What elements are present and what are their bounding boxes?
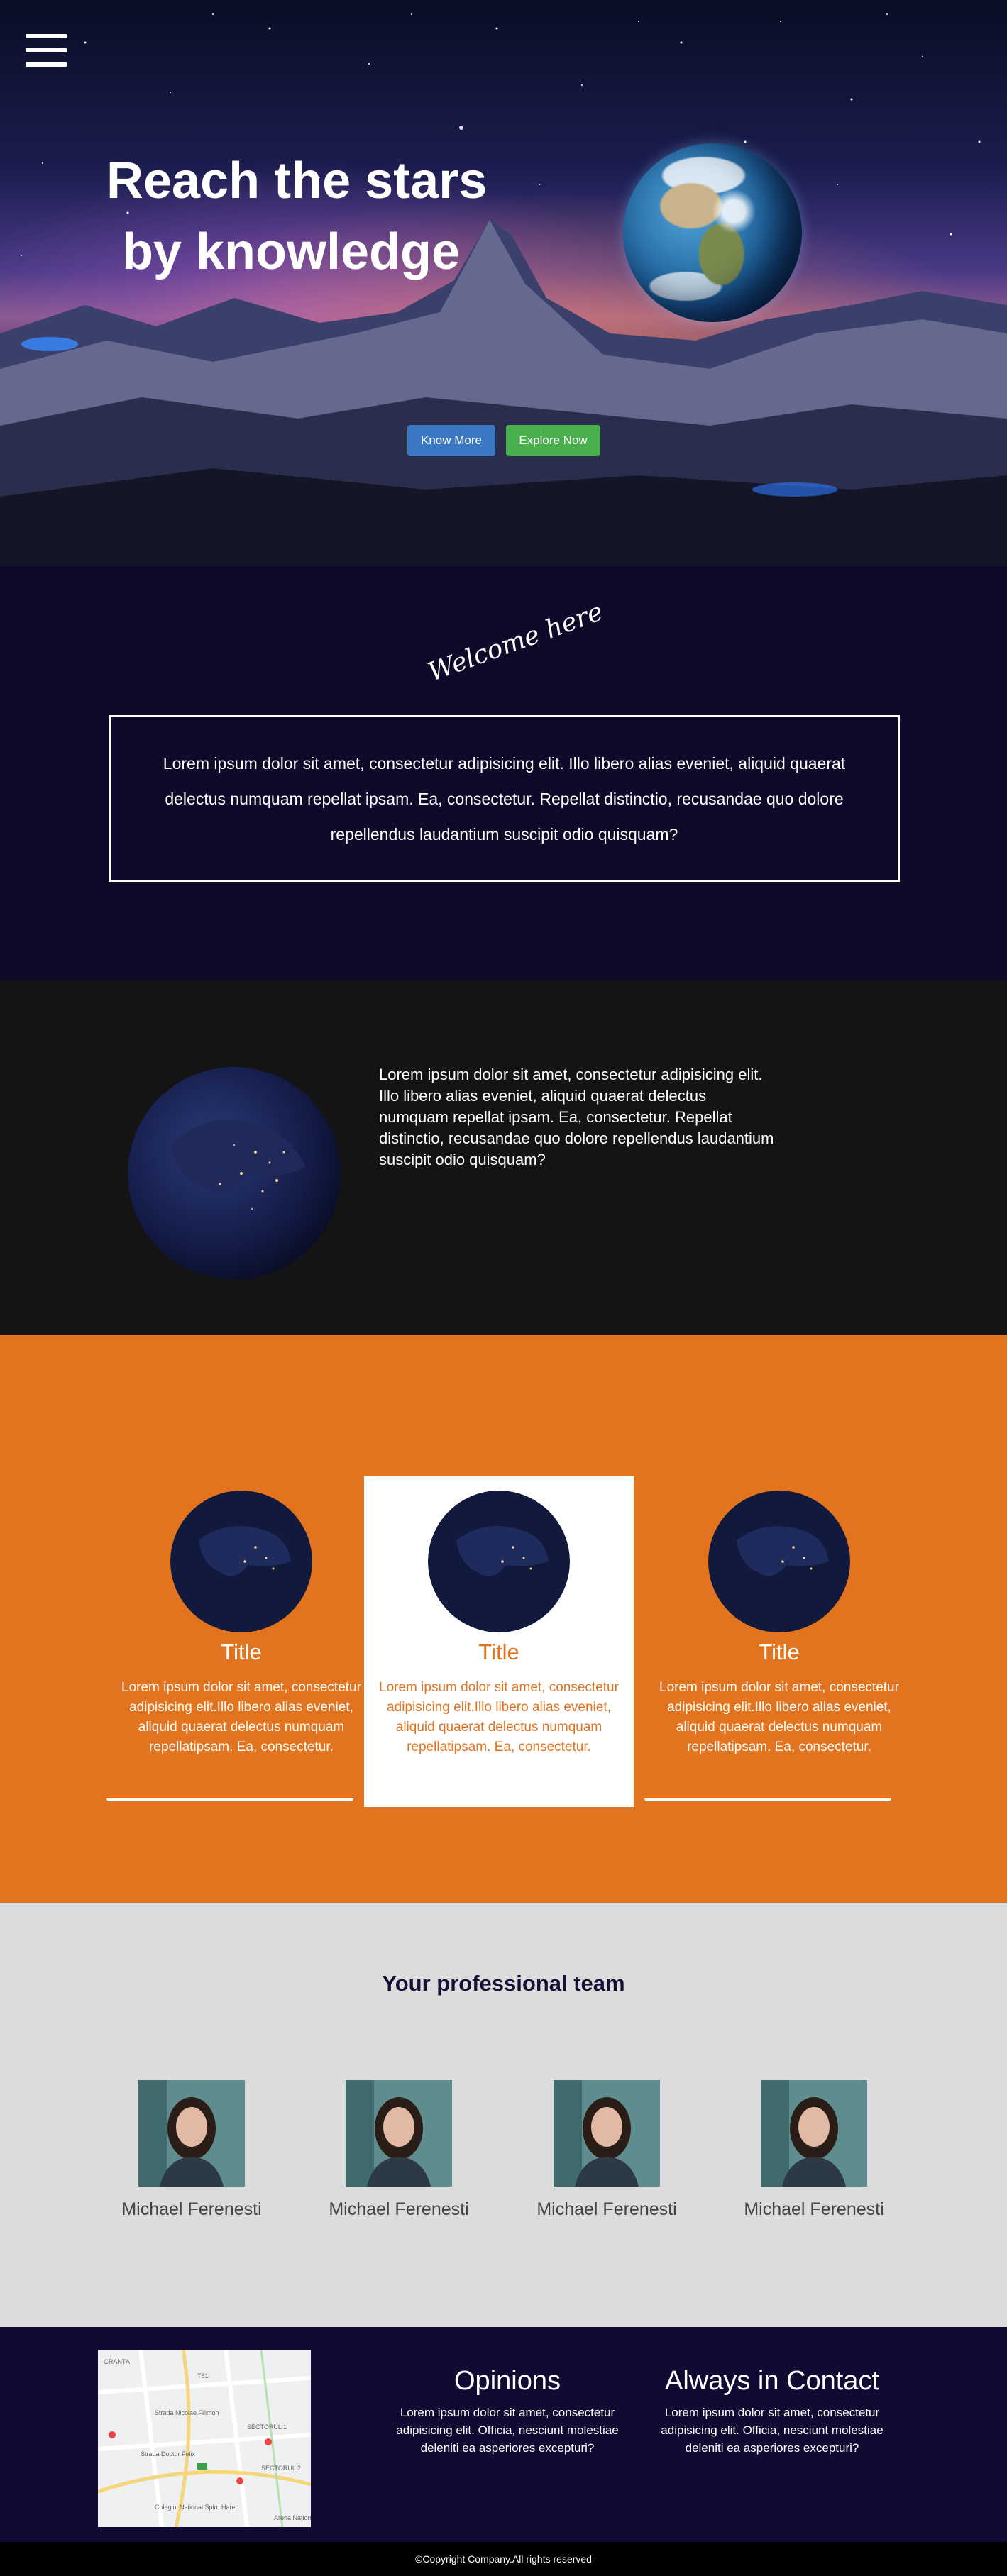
hero-title-line1: Reach the stars [106,153,488,209]
map-label: Strada Doctor Felix [141,2450,196,2458]
hero-title: Reach the stars by knowledge [106,145,488,287]
team-member-photo [138,2080,245,2187]
info-section: GRANTA T61 Strada Nicolae Filimon SECTOR… [0,2327,1007,2542]
features-section: Title Lorem ipsum dolor sit amet, consec… [0,1335,1007,1903]
team-member-photo [346,2080,452,2187]
team-member-4: Michael Ferenesti [729,2080,899,2220]
opinions-column: Opinions Lorem ipsum dolor sit amet, con… [387,2366,628,2457]
team-member-name: Michael Ferenesti [121,2199,262,2219]
team-title: Your professional team [382,1971,625,1996]
night-earth-section: Lorem ipsum dolor sit amet, consectetur … [0,980,1007,1335]
map-label: GRANTA [104,2358,130,2365]
feature-card-text: Lorem ipsum dolor sit amet, consectetur … [379,1680,619,1754]
team-member-photo [554,2080,660,2187]
location-map[interactable]: GRANTA T61 Strada Nicolae Filimon SECTOR… [98,2350,311,2527]
feature-card-3: Title Lorem ipsum dolor sit amet, consec… [644,1476,914,1807]
feature-card-title: Title [221,1640,262,1664]
team-member-name: Michael Ferenesti [536,2199,677,2219]
map-label: SECTORUL 1 [247,2423,287,2431]
team-member-photo [761,2080,867,2187]
team-member-name: Michael Ferenesti [744,2199,884,2219]
team-section: Your professional team Michael Ferenesti… [0,1903,1007,2327]
feature-card-text: Lorem ipsum dolor sit amet, consectetur … [659,1680,899,1754]
opinions-text: Lorem ipsum dolor sit amet, consectetur … [396,2406,619,2455]
team-member-3: Michael Ferenesti [522,2080,692,2220]
team-member-name: Michael Ferenesti [329,2199,469,2219]
welcome-box: Lorem ipsum dolor sit amet, consectetur … [109,715,900,882]
feature-card-text: Lorem ipsum dolor sit amet, consectetur … [121,1680,361,1754]
night-globe-icon [428,1491,570,1632]
feature-card-1: Title Lorem ipsum dolor sit amet, consec… [106,1476,376,1807]
copyright-bar: ©Copyright Company.All rights reserved [0,2542,1007,2576]
opinions-title: Opinions [454,2366,561,2396]
night-globe-icon [170,1491,312,1632]
know-more-button[interactable]: Know More [407,425,495,456]
map-label: SECTORUL 2 [261,2465,301,2472]
earth-globe-image [623,143,802,322]
contact-column: Always in Contact Lorem ipsum dolor sit … [651,2366,893,2457]
map-label: Arena Naționa [274,2514,311,2521]
welcome-heading: Welcome here [424,597,607,687]
explore-now-button[interactable]: Explore Now [506,425,600,456]
feature-card-2: Title Lorem ipsum dolor sit amet, consec… [364,1476,634,1807]
night-earth-image [128,1067,341,1280]
welcome-section: Welcome here Lorem ipsum dolor sit amet,… [0,566,1007,980]
feature-card-title: Title [478,1640,519,1664]
contact-title: Always in Contact [664,2366,879,2396]
hero-section: Reach the stars by knowledge Know More E… [0,0,1007,566]
night-globe-icon [708,1491,850,1632]
hero-title-line2: by knowledge [121,223,461,280]
card-underline [644,1798,891,1801]
card-underline [106,1798,353,1801]
welcome-text: Lorem ipsum dolor sit amet, consectetur … [163,753,846,844]
menu-hamburger-icon[interactable] [26,34,67,68]
map-label: T61 [197,2372,209,2379]
feature-card-title: Title [759,1640,800,1664]
map-label: Strada Nicolae Filimon [155,2409,219,2416]
contact-text: Lorem ipsum dolor sit amet, consectetur … [661,2406,884,2455]
team-member-2: Michael Ferenesti [314,2080,484,2220]
night-earth-text: Lorem ipsum dolor sit amet, consectetur … [379,1066,774,1168]
team-member-1: Michael Ferenesti [106,2080,277,2220]
map-label: Colegiul Național Spiru Haret [155,2504,238,2511]
copyright-text: ©Copyright Company.All rights reserved [415,2553,592,2565]
